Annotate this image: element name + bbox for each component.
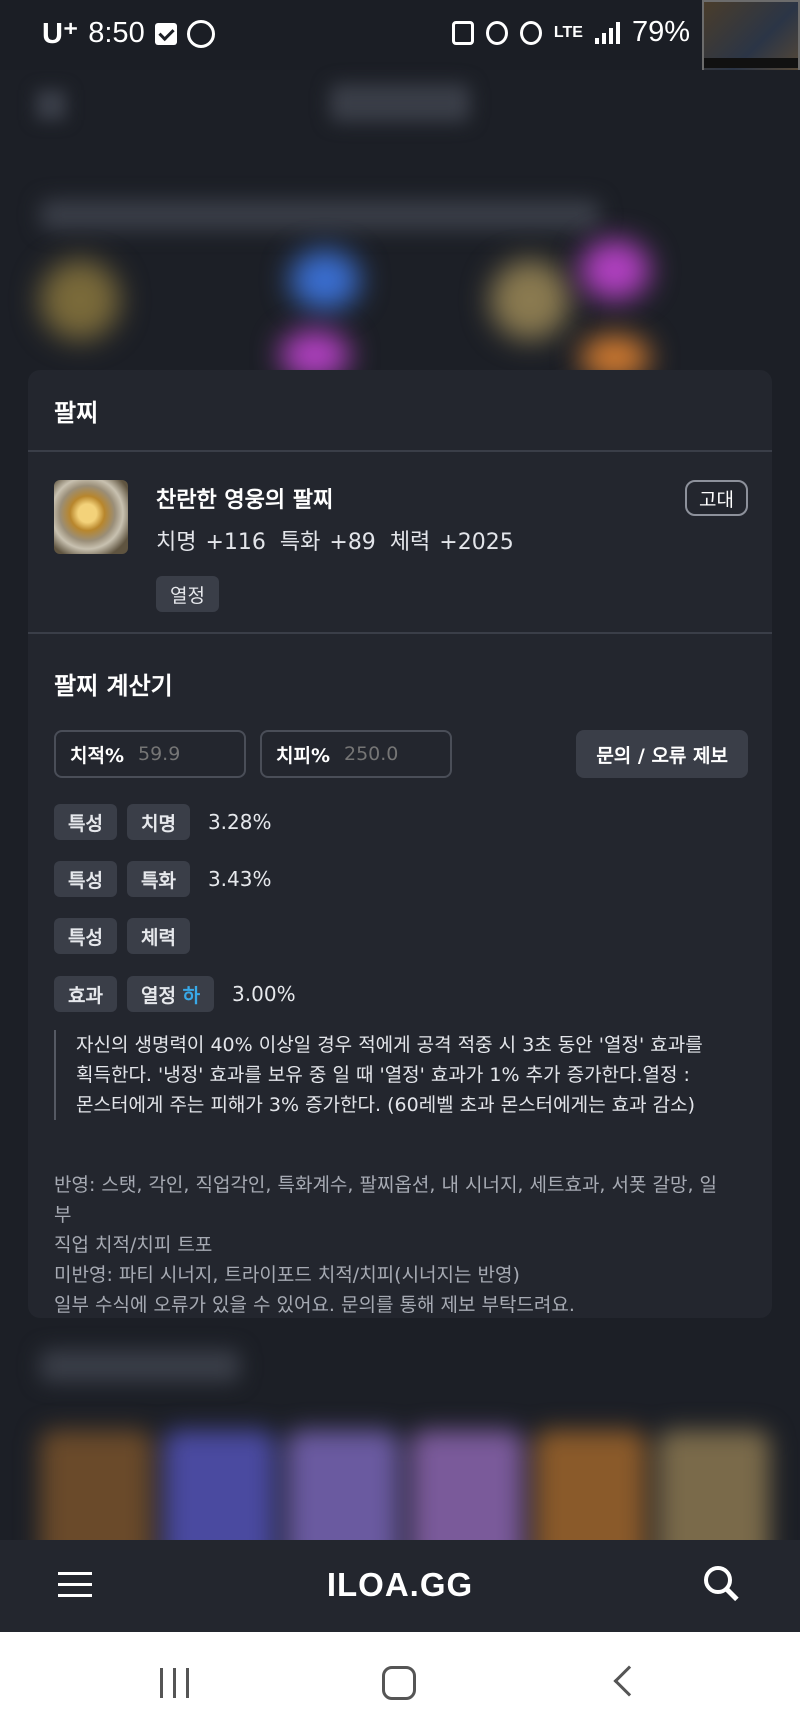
crit-damage-field[interactable]: 치피%	[260, 730, 452, 778]
effect-description: 자신의 생명력이 40% 이상일 경우 적에게 공격 적중 시 3초 동안 '열…	[54, 1030, 714, 1120]
description-line: 몬스터에게 주는 피해가 3% 증가한다. (60레벨 초과 몬스터에게는 효과…	[76, 1094, 695, 1116]
status-bar: U⁺ 8:50 LTE 79%	[0, 0, 800, 70]
site-logo[interactable]: ILOA.GG	[0, 1566, 800, 1604]
checkbox-notification-icon	[154, 22, 177, 45]
item-stats: 치명 +116 특화 +89 체력 +2025	[156, 524, 528, 556]
grade-badge: 고대	[685, 480, 748, 516]
blurred-gem-icon	[290, 250, 360, 310]
carrier-label: U⁺	[42, 18, 79, 50]
status-left: U⁺ 8:50	[42, 16, 215, 51]
section-title-blurred	[40, 1350, 240, 1382]
bracelet-modal: 팔찌 찬란한 영웅의 팔찌 치명 +116 특화 +89 체력 +2025 열정 고…	[28, 370, 772, 1318]
bottom-app-bar: ILOA.GG	[0, 1540, 800, 1632]
note-line: 미반영: 파티 시너지, 트라이포드 치적/치피(시너지는 반영)	[54, 1264, 520, 1286]
crit-damage-input[interactable]	[344, 743, 434, 765]
trait-row: 특성 치명 3.28%	[54, 804, 271, 840]
blurred-gem-icon	[580, 240, 650, 300]
page-title-blurred	[330, 84, 470, 122]
note-line: 일부 수식에 오류가 있을 수 있어요. 문의를 통해 제보 부탁드려요.	[54, 1294, 575, 1316]
trait-row: 특성 특화 3.43%	[54, 861, 271, 897]
trait-type-chip: 특성	[54, 861, 117, 897]
network-type: LTE	[553, 23, 583, 41]
trait-stat-chip: 체력	[126, 918, 190, 954]
mute-icon	[519, 20, 542, 45]
pip-title-bar	[704, 58, 798, 68]
battery-percent: 79%	[631, 16, 690, 48]
effect-name-chip: 열정 하	[126, 976, 215, 1012]
back-icon	[36, 90, 66, 120]
signal-icon	[594, 21, 620, 44]
search-icon[interactable]	[704, 1566, 740, 1602]
calculator-title: 팔찌 계산기	[54, 672, 173, 700]
note-line: 반영: 스탯, 각인, 직업각인, 특화계수, 팔찌옵션, 내 시너지, 세트효…	[54, 1174, 718, 1226]
effect-value: 3.00%	[232, 982, 296, 1006]
report-error-button[interactable]: 문의 / 오류 제보	[576, 730, 748, 778]
trait-stat-chip: 치명	[126, 804, 190, 840]
note-line: 직업 치적/치피 트포	[54, 1234, 213, 1256]
crit-rate-input[interactable]	[138, 743, 228, 765]
effect-type-chip: 효과	[54, 976, 117, 1012]
app-notification-icon	[186, 19, 215, 48]
stat-crit: 치명 +116	[156, 530, 266, 555]
crit-rate-label: 치적%	[70, 744, 124, 767]
clock: 8:50	[88, 17, 145, 49]
trait-type-chip: 특성	[54, 918, 117, 954]
trait-stat-chip: 특화	[126, 861, 190, 897]
system-nav-bar	[0, 1632, 800, 1733]
crit-damage-label: 치피%	[276, 744, 330, 767]
effect-grade: 하	[182, 984, 201, 1007]
trait-value: 3.43%	[207, 867, 272, 891]
item-effect-tag: 열정	[156, 576, 219, 612]
calculator-notes: 반영: 스탯, 각인, 직업각인, 특화계수, 팔찌옵션, 내 시너지, 세트효…	[54, 1170, 734, 1320]
blurred-item-icon	[490, 260, 570, 340]
trait-row: 특성 체력	[54, 918, 208, 954]
blurred-item-icon	[40, 260, 120, 340]
bracelet-icon	[54, 480, 128, 554]
home-icon[interactable]	[382, 1666, 416, 1700]
back-nav-icon[interactable]	[613, 1665, 645, 1697]
battery-saver-icon	[451, 20, 474, 45]
tabs-blurred	[40, 200, 600, 230]
effect-row: 효과 열정 하 3.00%	[54, 976, 296, 1012]
status-right: LTE 79%	[451, 16, 716, 49]
crit-rate-field[interactable]: 치적%	[54, 730, 246, 778]
stat-specialization: 특화 +89	[279, 530, 376, 555]
trait-value: 3.28%	[207, 810, 272, 834]
description-line: 획득한다. '냉정' 효과를 보유 중 일 때 '열정' 효과가 1% 추가 증…	[76, 1064, 690, 1086]
alarm-icon	[485, 20, 508, 45]
recent-apps-icon[interactable]	[160, 1668, 189, 1698]
item-name: 찬란한 영웅의 팔찌	[156, 488, 334, 513]
trait-type-chip: 특성	[54, 804, 117, 840]
bracelet-item: 찬란한 영웅의 팔찌 치명 +116 특화 +89 체력 +2025 열정 고대	[28, 452, 772, 634]
description-line: 자신의 생명력이 40% 이상일 경우 적에게 공격 적중 시 3초 동안 '열…	[76, 1034, 703, 1056]
modal-title: 팔찌	[28, 370, 772, 452]
stat-vitality: 체력 +2025	[389, 530, 514, 555]
effect-name: 열정	[140, 984, 176, 1007]
